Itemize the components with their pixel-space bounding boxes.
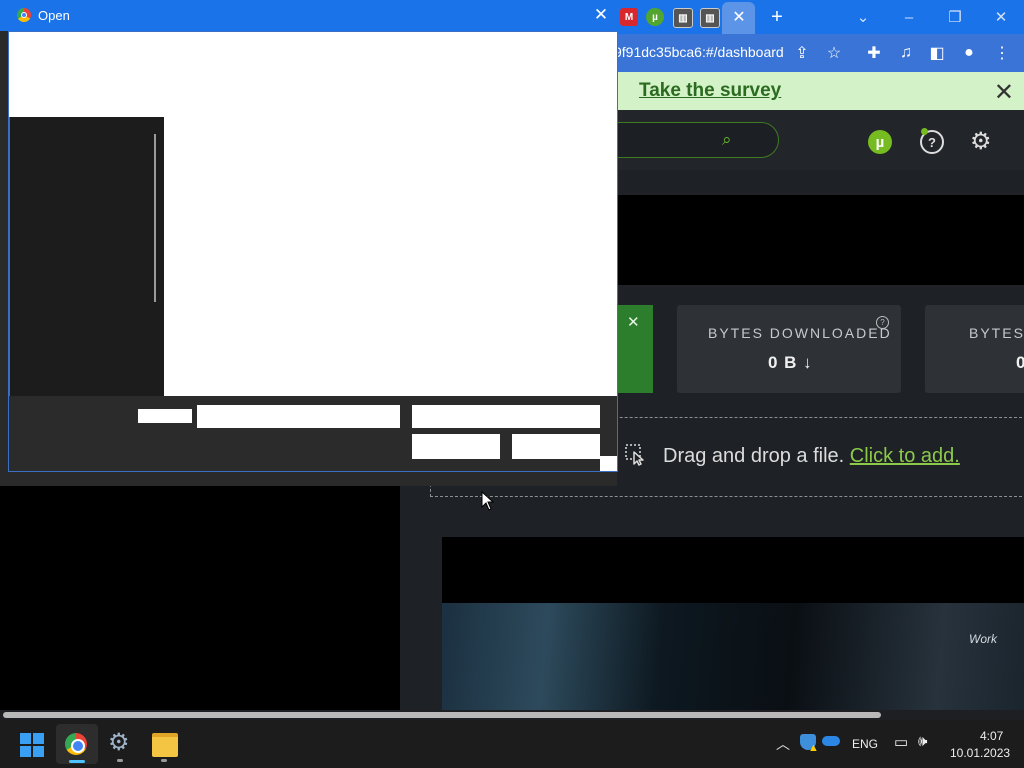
scrollbar-thumb[interactable] [3,712,881,718]
stat-label: BYTES U [969,325,1024,341]
dialog-title: Open [38,8,70,23]
stat-value: 0 B ↓ [768,353,813,372]
active-indicator [69,760,85,763]
windows-start-icon[interactable] [20,733,44,757]
clock-date[interactable]: 10.01.2023 [950,746,1010,760]
notification-dot [921,128,928,135]
running-indicator [161,759,167,762]
chrome-icon [17,8,31,22]
settings-gear-icon[interactable]: ⚙ [108,731,132,755]
network-icon[interactable]: ▭ [894,733,908,751]
library-icon[interactable]: ▥ [673,8,693,28]
onedrive-cloud-icon[interactable] [822,736,840,746]
utorrent-icon[interactable]: µ [646,8,664,26]
mouse-cursor-icon [481,491,495,511]
search-icon[interactable]: ⌕ [722,130,732,150]
side-panel-icon[interactable]: ◧ [926,42,948,64]
app-header: ⌕ µ ? ⚙ [597,110,1024,170]
close-icon[interactable]: ✕ [994,78,1014,107]
show-hidden-icons-chevron[interactable]: ︿ [776,734,790,754]
horizontal-scrollbar[interactable] [0,710,1024,720]
stat-label: BYTES DOWNLOADED [708,325,892,341]
media-control-icon[interactable]: ♫ [895,42,917,64]
stat-card-uploaded: BYTES U 0 [925,305,1024,393]
open-file-dialog: Open ✕ [0,0,618,486]
clock-time[interactable]: 4:07 [980,729,1003,743]
library-icon[interactable]: ▥ [700,8,720,28]
minimize-icon[interactable]: – [886,4,932,30]
utorrent-logo-icon[interactable]: µ [868,130,892,154]
video-caption: Work [969,632,997,646]
share-icon[interactable]: ⇪ [791,42,813,64]
file-explorer-icon[interactable] [152,733,178,757]
close-icon[interactable]: ✕ [627,313,640,331]
ad-banner [617,195,1024,285]
new-tab-button[interactable]: + [764,4,790,30]
taskbar: ⚙ ︿ ▲ ENG ▭ 🕪 4:07 10.01.2023 [0,720,1024,768]
dialog-border [8,31,618,472]
video-frame: Work [442,603,1024,710]
warning-icon: ▲ [808,742,819,754]
volume-icon[interactable]: 🕪 [918,733,927,750]
language-indicator[interactable]: ENG [852,737,878,751]
search-input[interactable]: ⌕ [597,122,779,158]
profile-icon[interactable]: ● [958,42,980,64]
dropzone-text: Drag and drop a file. Click to add. [663,445,960,467]
close-icon[interactable]: ✕ [589,3,613,27]
mega-icon[interactable]: M [620,8,638,26]
status-card: ✕ [617,305,653,393]
chrome-icon-center [71,739,85,753]
stat-card-downloaded: BYTES DOWNLOADED 0 B ↓ ? [677,305,901,393]
empty-region [0,486,400,710]
survey-link[interactable]: Take the survey [639,80,781,102]
help-icon[interactable]: ? [876,316,889,329]
menu-kebab-icon[interactable]: ⋮ [991,42,1013,64]
video-ad[interactable]: Work [442,537,1024,710]
survey-banner: Take the survey ✕ [617,72,1024,110]
drag-drop-icon [625,444,644,466]
dialog-title-bar[interactable]: Open ✕ [0,0,617,31]
close-tab-icon[interactable]: ✕ [726,4,752,30]
stat-value: 0 [1016,353,1024,372]
address-bar-url[interactable]: 9f91dc35bca6:#/dashboard [614,44,784,60]
taskbar-chrome-button[interactable] [56,724,98,764]
bookmark-star-icon[interactable]: ☆ [823,42,845,64]
gear-icon[interactable]: ⚙ [970,127,992,156]
click-to-add-link[interactable]: Click to add. [850,445,960,467]
tab-search-icon[interactable]: ⌄ [840,4,886,30]
restore-icon[interactable]: ❐ [932,4,978,30]
running-indicator [117,759,123,762]
close-window-icon[interactable]: ✕ [978,4,1024,30]
extensions-icon[interactable]: ✚ [863,42,885,64]
